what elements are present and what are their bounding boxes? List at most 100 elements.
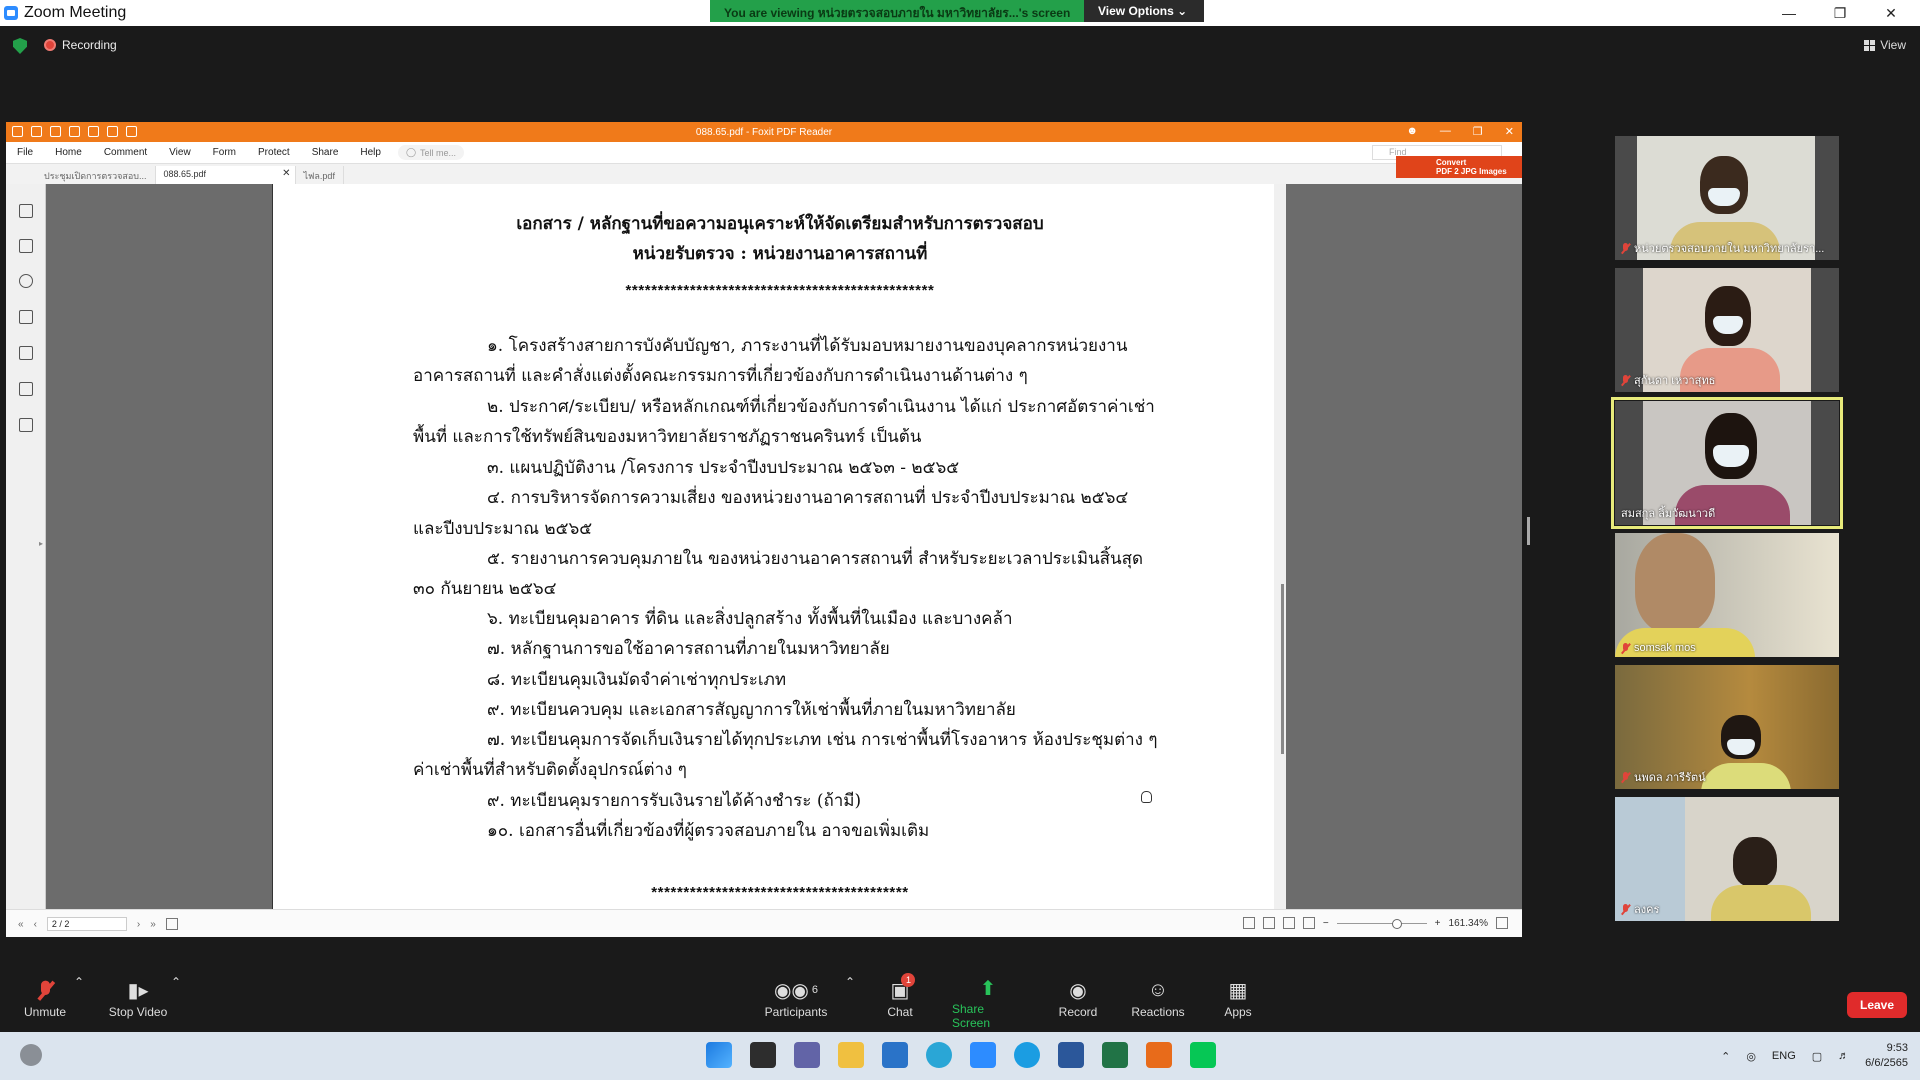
word-icon[interactable] <box>1058 1042 1084 1068</box>
zoom-out-icon[interactable]: − <box>1323 918 1329 929</box>
zoom-level[interactable]: 161.34% <box>1449 918 1488 929</box>
menu-form[interactable]: Form <box>202 147 247 158</box>
menu-comment[interactable]: Comment <box>93 147 158 158</box>
maximize-button[interactable]: ❐ <box>1815 0 1865 26</box>
internet-explorer-icon[interactable] <box>926 1042 952 1068</box>
foxit-minimize-button[interactable]: — <box>1440 125 1451 138</box>
page-number-input[interactable]: 2 / 2 <box>46 917 127 931</box>
weather-widget-icon[interactable] <box>20 1044 42 1066</box>
single-page-view-icon[interactable] <box>1242 917 1255 929</box>
tab-document-1[interactable]: ประชุมเปิดการตรวจสอบ... <box>36 166 156 184</box>
zoom-slider[interactable] <box>1336 918 1427 929</box>
tab-close-icon[interactable]: ✕ <box>282 168 290 179</box>
participants-button[interactable]: ◉◉ 6 Participants <box>762 975 830 1030</box>
bookmark-icon[interactable] <box>19 204 33 218</box>
participant-head <box>1635 533 1715 633</box>
account-icon[interactable]: ☻ <box>1406 125 1418 138</box>
menu-protect[interactable]: Protect <box>247 147 301 158</box>
excel-icon[interactable] <box>1102 1042 1128 1068</box>
tab-document-3[interactable]: ไฟล.pdf <box>296 166 344 184</box>
task-view-icon[interactable] <box>750 1042 776 1068</box>
snipping-tool-icon[interactable] <box>1146 1042 1172 1068</box>
volume-icon[interactable]: ♬ <box>1838 1050 1849 1062</box>
redo-icon[interactable] <box>107 126 118 137</box>
stop-video-button[interactable]: ▮▸ Stop Video <box>106 975 170 1030</box>
participant-tile[interactable]: ลงคร <box>1615 797 1839 921</box>
pdf-scrollbar[interactable] <box>1274 184 1286 909</box>
document-title-line-2: หน่วยรับตรวจ : หน่วยงานอาคารสถานที่ <box>632 244 928 264</box>
participant-tile-active-speaker[interactable]: สมสกุล ลิ้มวัฒนาวดี <box>1611 397 1843 529</box>
fullscreen-icon[interactable] <box>1496 917 1508 929</box>
participant-tile[interactable]: somsak mos <box>1615 533 1839 657</box>
file-explorer-icon[interactable] <box>838 1042 864 1068</box>
participant-tile[interactable]: หน่วยตรวจสอบภายใน มหาวิทยาลัยรา... <box>1615 136 1839 260</box>
menu-home[interactable]: Home <box>44 147 93 158</box>
comments-icon[interactable] <box>19 274 33 288</box>
scrollbar-thumb[interactable] <box>1281 584 1284 754</box>
participant-caption: หน่วยตรวจสอบภายใน มหาวิทยาลัยรา... <box>1621 239 1824 257</box>
save-icon[interactable] <box>50 126 61 137</box>
network-icon[interactable]: ▢ <box>1812 1050 1822 1063</box>
store-icon[interactable] <box>882 1042 908 1068</box>
view-options-button[interactable]: View Options ⌄ <box>1084 0 1204 22</box>
reactions-button[interactable]: ☺ Reactions <box>1131 975 1185 1030</box>
share-screen-button[interactable]: ⬆ Share Screen <box>952 975 1024 1030</box>
participant-tile[interactable]: สุกันดา เหวาสุทธ <box>1615 268 1839 392</box>
tray-chevron-up-icon[interactable]: ⌃ <box>1721 1050 1730 1063</box>
first-page-icon[interactable]: « <box>18 919 24 930</box>
edge-browser-icon[interactable] <box>1014 1042 1040 1068</box>
audio-options-chevron-icon[interactable]: ⌃ <box>74 975 84 1030</box>
zoom-taskbar-icon[interactable] <box>970 1042 996 1068</box>
teams-chat-icon[interactable] <box>794 1042 820 1068</box>
document-line: ๗. หลักฐานการขอใช้อาคารสถานที่ภายในมหาวิ… <box>487 639 890 659</box>
microphone-tray-icon[interactable]: ◎ <box>1746 1050 1756 1063</box>
foxit-maximize-button[interactable]: ❐ <box>1473 125 1483 138</box>
cover-view-icon[interactable] <box>1302 917 1315 929</box>
chat-button[interactable]: ▣ 1 Chat <box>884 973 916 1030</box>
rotate-view-icon[interactable] <box>165 918 178 930</box>
unmute-button[interactable]: Unmute <box>22 975 68 1030</box>
participants-count: 6 <box>811 984 819 996</box>
record-button[interactable]: ◉ Record <box>1058 975 1098 1030</box>
windows-start-icon[interactable] <box>706 1042 732 1068</box>
view-button[interactable]: View <box>1864 38 1906 52</box>
menu-share[interactable]: Share <box>301 147 350 158</box>
facing-view-icon[interactable] <box>1282 917 1295 929</box>
hand-tool-icon[interactable] <box>126 126 137 137</box>
line-app-icon[interactable] <box>1190 1042 1216 1068</box>
participants-options-chevron-icon[interactable]: ⌃ <box>845 975 855 1030</box>
close-button[interactable]: ✕ <box>1866 0 1916 26</box>
expand-panel-icon[interactable]: ▸ <box>39 539 43 548</box>
foxit-close-button[interactable]: ✕ <box>1505 125 1514 138</box>
leave-meeting-button[interactable]: Leave <box>1847 992 1907 1018</box>
minimize-button[interactable]: — <box>1764 0 1814 26</box>
next-page-icon[interactable]: › <box>137 919 140 930</box>
recording-indicator[interactable]: Recording <box>44 38 117 52</box>
signature-icon[interactable] <box>19 418 33 432</box>
participant-tile[interactable]: นพดล ภารีรัตน์ <box>1615 665 1839 789</box>
security-lock-icon[interactable] <box>19 382 33 396</box>
pages-icon[interactable] <box>19 239 33 253</box>
input-language[interactable]: ENG <box>1772 1050 1796 1062</box>
attachment-icon[interactable] <box>19 346 33 360</box>
video-options-chevron-icon[interactable]: ⌃ <box>171 975 181 1030</box>
apps-button[interactable]: ▦ Apps <box>1222 975 1254 1030</box>
continuous-view-icon[interactable] <box>1262 917 1275 929</box>
gallery-resize-handle[interactable] <box>1527 517 1530 545</box>
layers-icon[interactable] <box>19 310 33 324</box>
menu-file[interactable]: File <box>6 147 44 158</box>
last-page-icon[interactable]: » <box>150 919 156 930</box>
print-icon[interactable] <box>69 126 80 137</box>
clock[interactable]: 9:53 6/6/2565 <box>1865 1041 1908 1071</box>
document-title-line-1: เอกสาร / หลักฐานที่ขอความอนุเคราะห์ให้จั… <box>516 214 1044 234</box>
prev-page-icon[interactable]: ‹ <box>34 919 37 930</box>
open-icon[interactable] <box>31 126 42 137</box>
convert-pdf-button[interactable]: Convert PDF 2 JPG Images <box>1396 156 1522 178</box>
security-shield-icon[interactable] <box>13 38 27 54</box>
zoom-in-icon[interactable]: + <box>1435 918 1441 929</box>
menu-help[interactable]: Help <box>349 147 392 158</box>
tell-me-search[interactable]: ◯ Tell me... <box>397 145 465 160</box>
menu-view[interactable]: View <box>158 147 202 158</box>
tab-document-active[interactable]: 088.65.pdf ✕ <box>155 166 296 184</box>
undo-icon[interactable] <box>88 126 99 137</box>
